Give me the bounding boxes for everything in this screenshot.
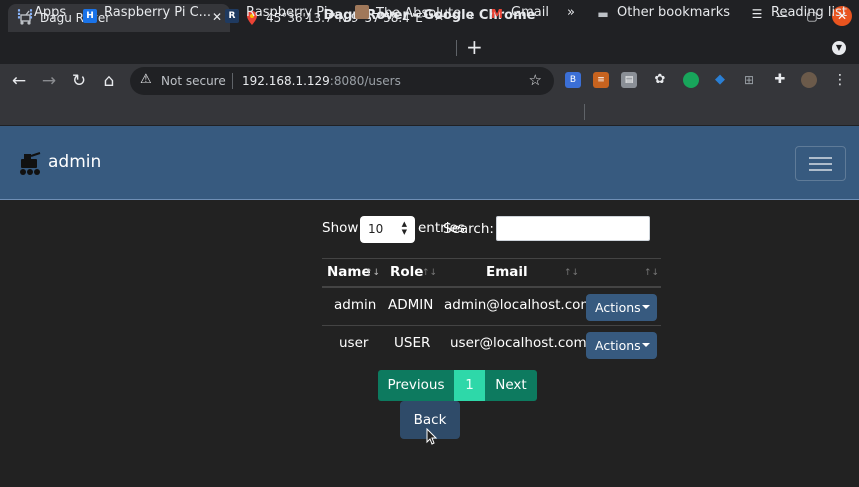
- hamburger-icon: [809, 157, 832, 159]
- home-icon[interactable]: ⌂: [97, 70, 121, 92]
- sort-asc-icon[interactable]: ↑↓: [365, 268, 380, 278]
- extensions-puzzle-icon[interactable]: ✚: [772, 72, 788, 88]
- sort-icon[interactable]: ↑↓: [644, 268, 659, 278]
- url-text[interactable]: 192.168.1.129:8080/users: [242, 74, 401, 88]
- bookmark-apps[interactable]: ⋮⋮Apps: [13, 5, 66, 21]
- cell-email: admin@localhost.com: [444, 297, 594, 313]
- extension-icon[interactable]: ◆: [712, 72, 728, 88]
- browser-toolbar: ← → ↻ ⌂ ⚠ Not secure 192.168.1.129:8080/…: [0, 64, 859, 98]
- not-secure-label[interactable]: Not secure: [161, 74, 226, 88]
- search-label: Search:: [443, 221, 494, 237]
- address-bar[interactable]: ⚠ Not secure 192.168.1.129:8080/users ☆: [130, 67, 554, 95]
- caret-down-icon: [642, 343, 650, 347]
- cell-role: USER: [394, 335, 431, 351]
- show-label: Show: [322, 220, 359, 236]
- navbar-toggler-button[interactable]: [795, 146, 846, 181]
- extension-icon[interactable]: ✿: [652, 72, 668, 88]
- extension-icon[interactable]: [683, 72, 699, 88]
- column-header-email[interactable]: Email: [486, 264, 528, 280]
- caret-down-icon: [642, 305, 650, 309]
- folder-icon: ▬: [597, 7, 609, 21]
- table-row: admin ADMIN admin@localhost.com Actions: [322, 288, 661, 326]
- bookmark-raspberry-pi[interactable]: R Raspberry Pi...: [225, 5, 340, 23]
- cell-email: user@localhost.com: [450, 335, 587, 351]
- navbar-brand[interactable]: admin: [48, 152, 101, 172]
- page-1-button[interactable]: 1: [454, 370, 485, 401]
- forward-arrow-icon[interactable]: →: [37, 70, 61, 92]
- search-input[interactable]: [496, 216, 650, 241]
- extension-icon[interactable]: ≡: [593, 72, 609, 88]
- select-arrows-icon: ▲ ▼: [401, 220, 407, 236]
- bookmark-the-absolute[interactable]: The Absolute...: [355, 5, 474, 21]
- gmail-icon: M: [491, 7, 503, 21]
- omnibox-divider: [232, 73, 233, 89]
- bookmark-raspberry-pi-c[interactable]: H Raspberry Pi C...: [83, 5, 211, 23]
- extension-icon[interactable]: B: [565, 72, 581, 88]
- apps-grid-icon: ⋮⋮: [13, 7, 37, 21]
- avatar-bookmark-icon: [355, 5, 369, 19]
- extension-icon[interactable]: ⊞: [741, 72, 757, 88]
- extension-icon[interactable]: ▤: [621, 72, 637, 88]
- menu-kebab-icon[interactable]: ⋮: [832, 72, 848, 88]
- reading-list[interactable]: ☰ Reading list: [750, 5, 847, 21]
- profile-avatar-icon[interactable]: [801, 72, 817, 88]
- table-header: Name ↑↓ Role ↑↓ Email ↑↓ ↑↓: [322, 258, 661, 288]
- warning-icon[interactable]: ⚠: [140, 72, 152, 87]
- tab-strip: [0, 32, 859, 64]
- sort-icon[interactable]: ↑↓: [422, 268, 437, 278]
- tab-divider: [456, 40, 457, 56]
- entries-length-select[interactable]: 10 ▲ ▼: [360, 216, 415, 243]
- bookmark-other[interactable]: ▬ Other bookmarks: [596, 5, 730, 21]
- cell-name: user: [339, 335, 369, 351]
- raspberry-bookmark-icon: H: [83, 9, 97, 23]
- next-page-button[interactable]: Next: [485, 370, 537, 401]
- rover-logo-icon[interactable]: [16, 150, 44, 178]
- r-letter-icon: R: [225, 9, 239, 23]
- previous-page-button[interactable]: Previous: [378, 370, 454, 401]
- close-tab-icon[interactable]: ✕: [212, 10, 222, 24]
- bookmark-gmail[interactable]: M Gmail: [490, 5, 549, 21]
- cell-name: admin: [334, 297, 377, 313]
- actions-dropdown-button[interactable]: Actions: [586, 332, 657, 359]
- bookmarks-bar: [0, 98, 859, 126]
- bookmarks-overflow-icon[interactable]: »: [567, 5, 575, 20]
- reload-icon[interactable]: ↻: [67, 70, 91, 92]
- hamburger-icon: [809, 169, 832, 171]
- column-header-role[interactable]: Role: [390, 264, 423, 280]
- actions-dropdown-button[interactable]: Actions: [586, 294, 657, 321]
- reading-list-icon: ☰: [751, 7, 763, 21]
- bookmark-star-icon[interactable]: ☆: [529, 71, 542, 89]
- tab-search-icon[interactable]: ▼: [832, 41, 846, 55]
- hamburger-icon: [809, 163, 832, 165]
- app-navbar: admin: [0, 126, 859, 200]
- table-row: user USER user@localhost.com Actions: [322, 325, 661, 363]
- bookmarks-divider: [584, 104, 585, 120]
- users-page: Show 10 ▲ ▼ entries Search: Name ↑↓ Role …: [0, 200, 859, 487]
- new-tab-icon[interactable]: +: [466, 37, 483, 57]
- back-arrow-icon[interactable]: ←: [7, 70, 31, 92]
- mouse-cursor-icon: [426, 428, 438, 445]
- cell-role: ADMIN: [388, 297, 434, 313]
- sort-icon[interactable]: ↑↓: [564, 268, 579, 278]
